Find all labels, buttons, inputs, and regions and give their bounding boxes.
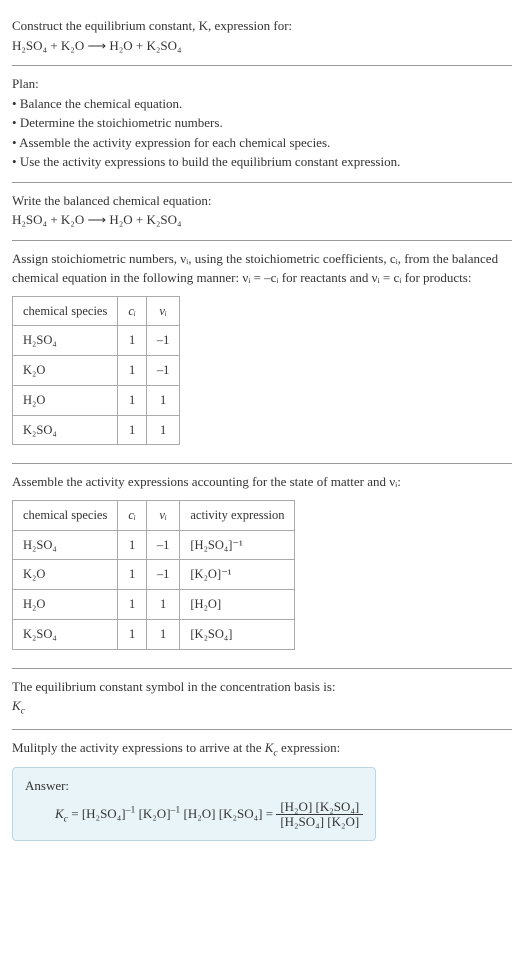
activity-table: chemical species cᵢ νᵢ activity expressi… (12, 500, 295, 650)
cell-species: K₂O (13, 560, 118, 590)
cell-ci: 1 (118, 560, 147, 590)
col-ci: cᵢ (118, 500, 147, 530)
col-ci: cᵢ (118, 296, 147, 326)
answer-label: Answer: (25, 776, 363, 796)
cell-species: K₂SO₄ (13, 619, 118, 649)
frac-denominator: [H₂SO₄] [K₂O] (276, 815, 363, 829)
activity-section: Assemble the activity expressions accoun… (12, 464, 512, 668)
col-vi: νᵢ (146, 500, 180, 530)
multiply-intro: Mulitply the activity expressions to arr… (12, 738, 512, 761)
cell-ci: 1 (118, 356, 147, 386)
table-row: H₂O 1 1 [H₂O] (13, 590, 295, 620)
col-species: chemical species (13, 500, 118, 530)
balanced-section: Write the balanced chemical equation: H₂… (12, 183, 512, 241)
col-vi: νᵢ (146, 296, 180, 326)
symbol-intro: The equilibrium constant symbol in the c… (12, 677, 512, 697)
cell-vi: 1 (146, 619, 180, 649)
stoich-table: chemical species cᵢ νᵢ H₂SO₄ 1 –1 K₂O 1 … (12, 296, 180, 446)
cell-vi: 1 (146, 590, 180, 620)
multiply-text: Mulitply the activity expressions to arr… (12, 740, 340, 755)
table-row: H₂SO₄ 1 –1 (13, 326, 180, 356)
balanced-equation: H₂SO₄ + K₂O ⟶ H₂O + K₂SO₄ (12, 210, 512, 230)
plan-item: Determine the stoichiometric numbers. (12, 113, 512, 133)
answer-box: Answer: Kc = [H₂SO₄]–1 [K₂O]–1 [H₂O] [K₂… (12, 767, 376, 840)
cell-expr: [K₂O]⁻¹ (180, 560, 295, 590)
cell-expr: [K₂SO₄] (180, 619, 295, 649)
cell-vi: 1 (146, 415, 180, 445)
stoich-section: Assign stoichiometric numbers, νᵢ, using… (12, 241, 512, 465)
kc-symbol: Kc (12, 698, 25, 713)
plan-item: Use the activity expressions to build th… (12, 152, 512, 172)
cell-ci: 1 (118, 385, 147, 415)
col-species: chemical species (13, 296, 118, 326)
answer-fraction: [H₂O] [K₂SO₄] [H₂SO₄] [K₂O] (276, 800, 363, 830)
cell-species: H₂O (13, 590, 118, 620)
plan-section: Plan: Balance the chemical equation. Det… (12, 66, 512, 183)
table-row: K₂O 1 –1 [K₂O]⁻¹ (13, 560, 295, 590)
table-row: K₂O 1 –1 (13, 356, 180, 386)
cell-expr: [H₂O] (180, 590, 295, 620)
table-row: H₂O 1 1 (13, 385, 180, 415)
cell-species: K₂SO₄ (13, 415, 118, 445)
table-row: K₂SO₄ 1 1 [K₂SO₄] (13, 619, 295, 649)
symbol-value: Kc (12, 696, 512, 719)
cell-species: H₂O (13, 385, 118, 415)
prompt-equation: H₂SO₄ + K₂O ⟶ H₂O + K₂SO₄ (12, 36, 512, 56)
activity-intro: Assemble the activity expressions accoun… (12, 472, 512, 492)
cell-vi: –1 (146, 356, 180, 386)
table-row: H₂SO₄ 1 –1 [H₂SO₄]⁻¹ (13, 530, 295, 560)
prompt-text: Construct the equilibrium constant, K, e… (12, 18, 292, 33)
cell-vi: –1 (146, 560, 180, 590)
col-expr: activity expression (180, 500, 295, 530)
stoich-intro: Assign stoichiometric numbers, νᵢ, using… (12, 249, 512, 288)
plan-title: Plan: (12, 74, 512, 94)
multiply-section: Mulitply the activity expressions to arr… (12, 730, 512, 850)
cell-species: H₂SO₄ (13, 326, 118, 356)
prompt-line: Construct the equilibrium constant, K, e… (12, 16, 512, 36)
balanced-intro: Write the balanced chemical equation: (12, 191, 512, 211)
cell-species: H₂SO₄ (13, 530, 118, 560)
cell-ci: 1 (118, 590, 147, 620)
frac-numerator: [H₂O] [K₂SO₄] (276, 800, 363, 815)
cell-ci: 1 (118, 530, 147, 560)
prompt-section: Construct the equilibrium constant, K, e… (12, 8, 512, 66)
table-header-row: chemical species cᵢ νᵢ (13, 296, 180, 326)
table-row: K₂SO₄ 1 1 (13, 415, 180, 445)
cell-expr: [H₂SO₄]⁻¹ (180, 530, 295, 560)
answer-expression: Kc = [H₂SO₄]–1 [K₂O]–1 [H₂O] [K₂SO₄] = [… (25, 800, 363, 830)
symbol-section: The equilibrium constant symbol in the c… (12, 669, 512, 731)
cell-ci: 1 (118, 619, 147, 649)
answer-lhs: Kc = [H₂SO₄]–1 [K₂O]–1 [H₂O] [K₂SO₄] = (55, 806, 276, 821)
plan-item: Assemble the activity expression for eac… (12, 133, 512, 153)
cell-vi: –1 (146, 326, 180, 356)
cell-vi: –1 (146, 530, 180, 560)
table-header-row: chemical species cᵢ νᵢ activity expressi… (13, 500, 295, 530)
cell-ci: 1 (118, 415, 147, 445)
cell-species: K₂O (13, 356, 118, 386)
cell-vi: 1 (146, 385, 180, 415)
plan-item: Balance the chemical equation. (12, 94, 512, 114)
cell-ci: 1 (118, 326, 147, 356)
